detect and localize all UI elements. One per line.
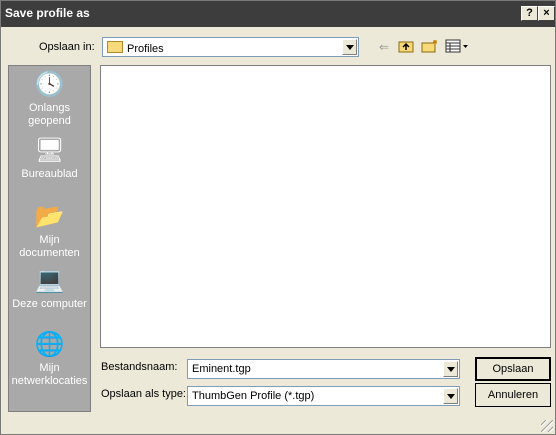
file-list[interactable]	[100, 65, 551, 348]
lookin-value: Profiles	[107, 41, 164, 55]
lookin-label: Opslaan in:	[39, 41, 95, 53]
cancel-button[interactable]: Annuleren	[475, 383, 551, 407]
place-documents[interactable]: 📂 Mijn documenten	[9, 202, 90, 260]
place-computer[interactable]: 💻 Deze computer	[9, 266, 90, 311]
back-arrow-icon[interactable]: ⇐	[375, 39, 393, 55]
save-dialog: Save profile as ? × Opslaan in: Profiles…	[0, 0, 556, 435]
filename-field[interactable]: Eminent.tgp	[187, 359, 460, 379]
place-recent[interactable]: 🕓 Onlangs geopend	[9, 70, 90, 128]
new-folder-icon[interactable]	[421, 39, 439, 55]
up-folder-icon[interactable]	[397, 39, 415, 55]
computer-icon: 💻	[34, 267, 65, 294]
chevron-down-icon[interactable]	[443, 388, 458, 404]
filename-value: Eminent.tgp	[192, 363, 251, 375]
place-desktop[interactable]: 🖥 Bureaublad	[9, 136, 90, 181]
resize-grip[interactable]	[541, 420, 553, 432]
recent-icon: 🕓	[34, 71, 65, 98]
help-button[interactable]: ?	[521, 6, 538, 21]
desktop-icon: 🖥	[34, 137, 65, 164]
places-bar: 🕓 Onlangs geopend 🖥 Bureaublad 📂 Mijn do…	[8, 65, 91, 412]
network-icon: 🌐	[34, 331, 65, 358]
filetype-dropdown[interactable]: ThumbGen Profile (*.tgp)	[187, 386, 460, 406]
view-menu-icon[interactable]	[445, 39, 469, 55]
title-bar[interactable]: Save profile as ? ×	[1, 1, 555, 27]
filename-label: Bestandsnaam:	[101, 361, 178, 373]
chevron-down-icon[interactable]	[342, 39, 357, 55]
filetype-value: ThumbGen Profile (*.tgp)	[192, 390, 315, 402]
documents-icon: 📂	[34, 203, 65, 230]
close-button[interactable]: ×	[538, 6, 555, 21]
chevron-down-icon[interactable]	[443, 361, 458, 377]
save-button[interactable]: Opslaan	[475, 357, 551, 381]
folder-icon	[107, 41, 123, 53]
dialog-title: Save profile as	[5, 6, 90, 20]
place-network[interactable]: 🌐 Mijn netwerklocaties	[9, 330, 90, 388]
lookin-dropdown[interactable]: Profiles	[102, 37, 359, 57]
filetype-label: Opslaan als type:	[101, 388, 186, 400]
